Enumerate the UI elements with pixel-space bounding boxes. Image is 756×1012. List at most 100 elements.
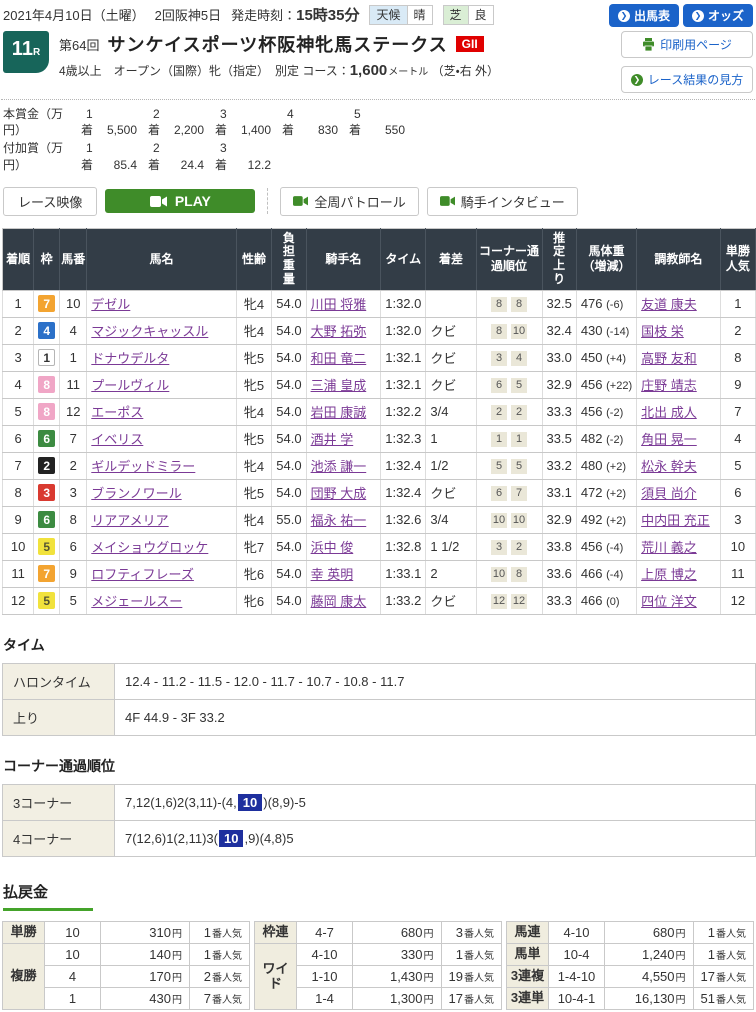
margin-cell: クビ (426, 317, 476, 344)
prize-amount: 2,200 (160, 122, 204, 138)
payout-amount: 1,430円 (353, 965, 442, 987)
prize-rank: 3 (215, 106, 282, 122)
payout-row: 3連単10-4-116,130円51番人気 (507, 987, 754, 1009)
jockey-link[interactable]: 三浦 皇成 (311, 378, 367, 393)
race-date-line: 2021年4月10日（土曜） 2回阪神5日 発走時刻： 15時35分 天候 晴 … (3, 4, 494, 25)
results-header-row: 着順枠馬番馬名性齢負担重量騎手名タイム着差コーナー通過順位推定上り馬体重（増減）… (3, 228, 756, 290)
jockey-link[interactable]: 酒井 学 (311, 432, 354, 447)
bet-type-label: 馬単 (507, 943, 549, 965)
jockey-link[interactable]: 幸 英明 (311, 567, 354, 582)
corner-position: 10 (511, 513, 527, 528)
trainer-link[interactable]: 国枝 栄 (641, 324, 684, 339)
payout-amount: 140円 (101, 943, 190, 965)
print-page-button[interactable]: 印刷用ページ (621, 31, 753, 58)
time-section-heading: タイム (3, 635, 753, 655)
trainer-link[interactable]: 四位 洋文 (641, 594, 697, 609)
column-header: 馬名 (87, 228, 236, 290)
jockey-link[interactable]: 福永 祐一 (311, 513, 367, 528)
horse-link[interactable]: デゼル (91, 297, 130, 312)
frame-cell: 1 (34, 344, 60, 371)
jockey-link[interactable]: 浜中 俊 (311, 540, 354, 555)
prize-item: 2 着24.4 (148, 140, 215, 172)
time-table: ハロンタイム 12.4 - 11.2 - 11.5 - 12.0 - 11.7 … (2, 663, 756, 736)
payout-popularity: 1番人気 (693, 943, 753, 965)
horse-link[interactable]: プールヴィル (91, 378, 169, 393)
bet-combination: 1-10 (297, 965, 353, 987)
payout-popularity: 2番人気 (190, 965, 250, 987)
bet-combination: 4-10 (297, 943, 353, 965)
horse-link[interactable]: イベリス (91, 432, 143, 447)
horse-weight-cell: 472 (+2) (576, 479, 636, 506)
corner-row-value: 7,12(1,6)2(3,11)-(4,10)(8,9)-5 (115, 784, 756, 820)
trainer-link[interactable]: 中内田 充正 (641, 513, 710, 528)
horse-link[interactable]: ロフティフレーズ (91, 567, 194, 582)
trainer-link[interactable]: 角田 晃一 (641, 432, 697, 447)
last-3f-cell: 33.2 (542, 452, 576, 479)
result-guide-button[interactable]: ❯ レース結果の見方 (621, 66, 753, 93)
horse-link[interactable]: リアアメリア (91, 513, 168, 528)
horse-link[interactable]: マジックキャッスル (91, 324, 208, 339)
jockey-interview-button[interactable]: 騎手インタビュー (427, 187, 578, 216)
margin-cell (426, 290, 476, 317)
horse-link[interactable]: ドナウデルタ (91, 351, 169, 366)
bonus-prize-label: 付加賞（万円） (3, 140, 81, 172)
yen-suffix: 円 (172, 995, 182, 1006)
trainer-link[interactable]: 北出 成人 (641, 405, 697, 420)
finish-position: 7 (3, 452, 34, 479)
jockey-link[interactable]: 和田 竜二 (311, 351, 367, 366)
frame-cell: 5 (34, 533, 60, 560)
frame-badge: 3 (38, 484, 55, 501)
odds-button[interactable]: ❯ オッズ (683, 4, 753, 27)
horse-name-cell: ドナウデルタ (87, 344, 236, 371)
jockey-link[interactable]: 川田 将雅 (311, 297, 367, 312)
corner-position: 8 (511, 567, 527, 582)
jockey-link[interactable]: 団野 大成 (311, 486, 367, 501)
horse-link[interactable]: メイショウグロッケ (91, 540, 208, 555)
frame-badge: 6 (38, 430, 55, 447)
trainer-link[interactable]: 庄野 靖志 (641, 378, 697, 393)
margin-cell: 2 (426, 560, 476, 587)
horse-number: 3 (60, 479, 87, 506)
bet-combination: 10-4-1 (549, 987, 605, 1009)
jockey-cell: 酒井 学 (306, 425, 381, 452)
time-row: 上り 4F 44.9 - 3F 33.2 (3, 699, 756, 735)
play-button[interactable]: PLAY (105, 189, 255, 213)
margin-cell: クビ (426, 479, 476, 506)
horse-number: 9 (60, 560, 87, 587)
entry-table-button[interactable]: ❯ 出馬表 (609, 4, 679, 27)
corner-section-heading: コーナー通過順位 (3, 756, 753, 776)
trainer-link[interactable]: 荒川 義之 (641, 540, 697, 555)
trainer-link[interactable]: 友道 康夫 (641, 297, 697, 312)
horse-number: 12 (60, 398, 87, 425)
jockey-link[interactable]: 大野 拓弥 (311, 324, 367, 339)
trainer-link[interactable]: 松永 幹夫 (641, 459, 697, 474)
time-cell: 1:32.4 (381, 479, 426, 506)
yen-suffix: 円 (676, 929, 686, 940)
jockey-link[interactable]: 藤岡 康太 (311, 594, 367, 609)
corner-position: 10 (491, 513, 507, 528)
jockey-link[interactable]: 岩田 康誠 (311, 405, 367, 420)
horse-name-cell: リアアメリア (87, 506, 236, 533)
horse-link[interactable]: ブランノワール (91, 486, 181, 501)
trainer-cell: 友道 康夫 (637, 290, 721, 317)
yen-suffix: 円 (424, 929, 434, 940)
horse-link[interactable]: ギルデッドミラー (91, 459, 195, 474)
payout-row: ワイド4-10330円1番人気 (255, 943, 502, 965)
trainer-cell: 角田 晃一 (637, 425, 721, 452)
horse-link[interactable]: メジェールスー (91, 594, 182, 609)
horse-link[interactable]: エーポス (91, 405, 143, 420)
finish-position: 8 (3, 479, 34, 506)
trainer-link[interactable]: 須貝 尚介 (641, 486, 697, 501)
bet-type-label: 馬連 (507, 921, 549, 943)
payout-row: 枠連4-7680円3番人気 (255, 921, 502, 943)
top-bar: 2021年4月10日（土曜） 2回阪神5日 発走時刻： 15時35分 天候 晴 … (1, 2, 755, 27)
jockey-cell: 池添 謙一 (306, 452, 381, 479)
trainer-cell: 四位 洋文 (637, 587, 721, 614)
win-popularity: 10 (720, 533, 755, 560)
trainer-link[interactable]: 上原 博之 (641, 567, 697, 582)
payout-amount: 1,300円 (353, 987, 442, 1009)
trainer-link[interactable]: 高野 友和 (641, 351, 697, 366)
jockey-link[interactable]: 池添 謙一 (311, 459, 367, 474)
patrol-video-button[interactable]: 全周パトロール (280, 187, 418, 216)
horse-name-cell: メイショウグロッケ (87, 533, 236, 560)
